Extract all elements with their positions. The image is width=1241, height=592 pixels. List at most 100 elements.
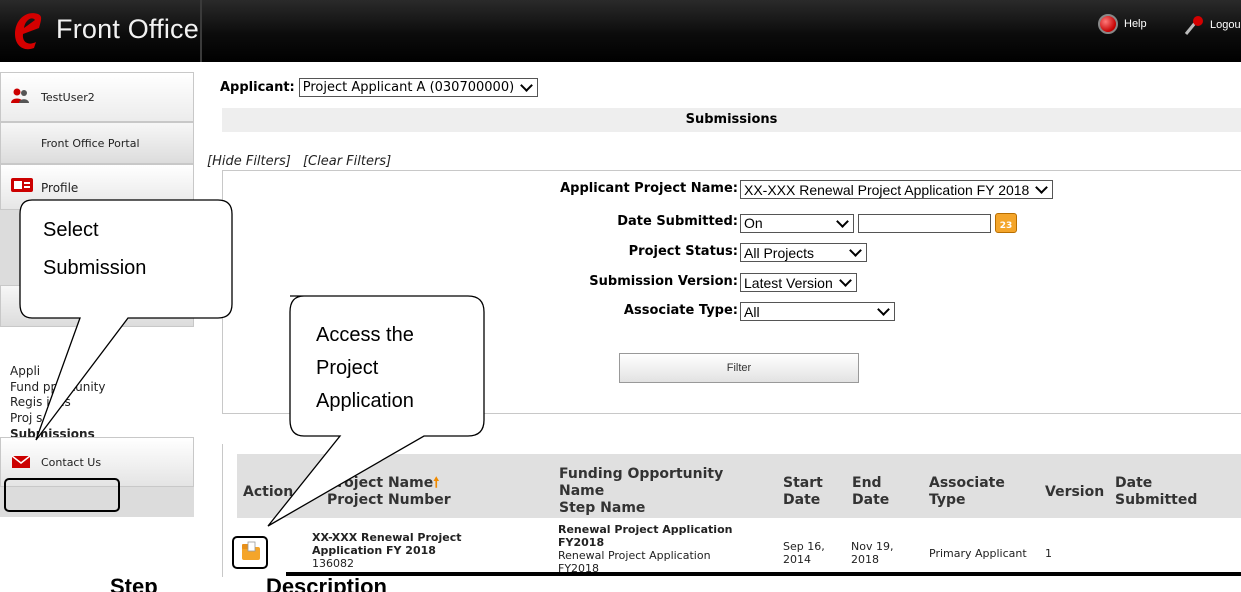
step-heading: Step	[110, 576, 158, 592]
project-name-header-label: Project Name	[327, 475, 434, 491]
section-title: Submissions	[685, 112, 778, 127]
sidebar-applications-list: Appli Fund pportunity Regis ions Proj s …	[0, 327, 194, 441]
hide-filters-link[interactable]: [Hide Filters]	[207, 154, 291, 169]
column-header-associate-type-2: Type	[929, 492, 966, 508]
sidebar-link-applicants[interactable]: Appli	[10, 364, 40, 378]
clear-filters-link[interactable]: [Clear Filters]	[303, 154, 391, 169]
cell-step-name: Renewal Project Application	[558, 549, 711, 562]
open-folder-icon[interactable]	[240, 540, 262, 562]
sidebar-item-front-office-portal[interactable]: Front Office Portal	[0, 122, 194, 164]
filter-button[interactable]: Filter	[619, 353, 859, 383]
sidebar-item-applications[interactable]	[0, 285, 194, 327]
cell-version: 1	[1045, 547, 1052, 560]
profile-label: Profile	[41, 181, 79, 195]
sidebar-obscured-item	[0, 210, 194, 285]
column-header-start-date[interactable]: Start	[783, 475, 823, 492]
cell-associate-type: Primary Applicant	[929, 547, 1027, 560]
column-header-start-date-2: Date	[783, 492, 821, 508]
table-header: Action Project Name🠕 Project Number Fund…	[237, 454, 1241, 518]
submission-version-select[interactable]: Latest Version	[740, 273, 857, 292]
contact-label: Contact Us	[41, 456, 102, 469]
section-title-bar: Submissions	[222, 108, 1241, 132]
date-mode-select[interactable]: On	[740, 213, 854, 233]
cell-project-number: 136082	[312, 557, 354, 570]
date-mode-value: On	[744, 215, 763, 231]
sidebar-link-registrations[interactable]: Regis ions	[10, 395, 71, 409]
funding-line-1: Renewal Project Application	[558, 523, 733, 536]
cell-start-date: Sep 16,	[783, 540, 825, 553]
app-title: Front Office	[56, 14, 199, 44]
document-rule	[286, 572, 1241, 576]
cell-project-name: XX-XXX Renewal Project	[312, 531, 461, 544]
date-submitted-filter-label: Date Submitted:	[617, 214, 738, 229]
cell-funding-name: Renewal Project Application	[558, 523, 732, 536]
cell-start-date-2: 2014	[783, 553, 811, 566]
date-submitted-input[interactable]	[858, 213, 991, 233]
column-header-end-date-2: Date	[852, 492, 890, 508]
chevron-down-icon	[836, 214, 849, 228]
column-header-action: Action	[243, 484, 294, 500]
logout-label: Logou	[1210, 19, 1241, 31]
column-header-end-date[interactable]: End	[852, 475, 882, 492]
document-table-header: Step Description	[110, 576, 387, 592]
submission-version-value: Latest Version	[744, 274, 833, 291]
associate-type-filter-label: Associate Type:	[623, 303, 738, 318]
chevron-down-icon	[838, 274, 852, 287]
help-link[interactable]: Help	[1098, 14, 1147, 34]
filter-panel: Applicant Project Name: XX-XXX Renewal P…	[222, 170, 1241, 414]
column-header-associate-type[interactable]: Associate	[929, 475, 1005, 492]
applicant-value: Project Applicant A (030700000)	[302, 80, 515, 95]
project-name-line-2: Application FY 2018	[312, 544, 436, 557]
sidebar: TestUser2 Front Office Portal Profile Ap…	[0, 72, 194, 517]
cell-end-date: Nov 19,	[851, 540, 894, 553]
column-header-funding-name: Name	[559, 483, 605, 499]
help-icon	[1098, 14, 1118, 34]
chevron-down-icon	[849, 244, 862, 257]
calendar-icon[interactable]: 23	[995, 213, 1017, 233]
chevron-down-icon	[877, 303, 890, 316]
project-name-filter-label: Applicant Project Name:	[560, 181, 738, 196]
project-status-filter-label: Project Status:	[628, 244, 738, 259]
sort-ascending-icon: 🠕	[433, 475, 440, 491]
chevron-down-icon	[1035, 181, 1049, 194]
chevron-down-icon	[520, 79, 534, 92]
column-header-date-submitted-2: Submitted	[1115, 492, 1198, 508]
project-name-line-1: XX-XXX Renewal Project	[312, 531, 462, 544]
cell-project-name-2: Application FY 2018	[312, 544, 436, 557]
profile-icon	[11, 178, 33, 192]
column-header-project-name[interactable]: Project Name🠕	[327, 475, 439, 492]
funding-line-2: FY2018	[558, 536, 605, 549]
applicant-label: Applicant:	[220, 80, 295, 95]
help-label: Help	[1124, 18, 1147, 30]
applicant-select[interactable]: Project Applicant A (030700000)	[298, 78, 539, 97]
top-header: Front Office Help Logou	[0, 0, 1241, 62]
project-name-select-value: XX-XXX Renewal Project Application FY 20…	[744, 181, 1030, 198]
cell-funding-name-2: FY2018	[558, 536, 604, 549]
column-header-date-submitted[interactable]: Date	[1115, 475, 1152, 492]
e-logo-icon	[15, 13, 42, 50]
filter-links: [Hide Filters] [Clear Filters]	[207, 154, 399, 169]
associate-type-select[interactable]: All	[740, 302, 895, 321]
submissions-highlight-box	[4, 478, 120, 512]
submission-version-filter-label: Submission Version:	[589, 274, 738, 289]
cell-end-date-2: 2018	[851, 553, 879, 566]
sidebar-link-funding-opportunity[interactable]: Fund pportunity	[10, 380, 105, 394]
user-name: TestUser2	[41, 91, 95, 104]
column-header-funding-opportunity[interactable]: Funding Opportunity	[559, 466, 723, 483]
project-name-select[interactable]: XX-XXX Renewal Project Application FY 20…	[740, 180, 1054, 199]
description-heading: Description	[265, 576, 387, 592]
sidebar-user[interactable]: TestUser2	[0, 72, 194, 122]
associate-type-value: All	[744, 303, 760, 320]
portal-label: Front Office Portal	[41, 137, 140, 150]
project-status-value: All Projects	[744, 244, 815, 261]
column-header-version[interactable]: Version	[1045, 484, 1104, 501]
logout-icon	[1184, 16, 1203, 35]
sidebar-link-projects[interactable]: Proj s	[10, 411, 42, 425]
applicant-selector-row: Applicant: Project Applicant A (03070000…	[220, 78, 539, 97]
submissions-table: Action Project Name🠕 Project Number Fund…	[222, 444, 1241, 577]
user-icon	[11, 88, 29, 103]
project-status-select[interactable]: All Projects	[740, 243, 867, 262]
logout-link[interactable]: Logou	[1183, 14, 1241, 36]
sidebar-item-profile[interactable]: Profile	[0, 164, 194, 210]
envelope-icon	[11, 455, 31, 468]
